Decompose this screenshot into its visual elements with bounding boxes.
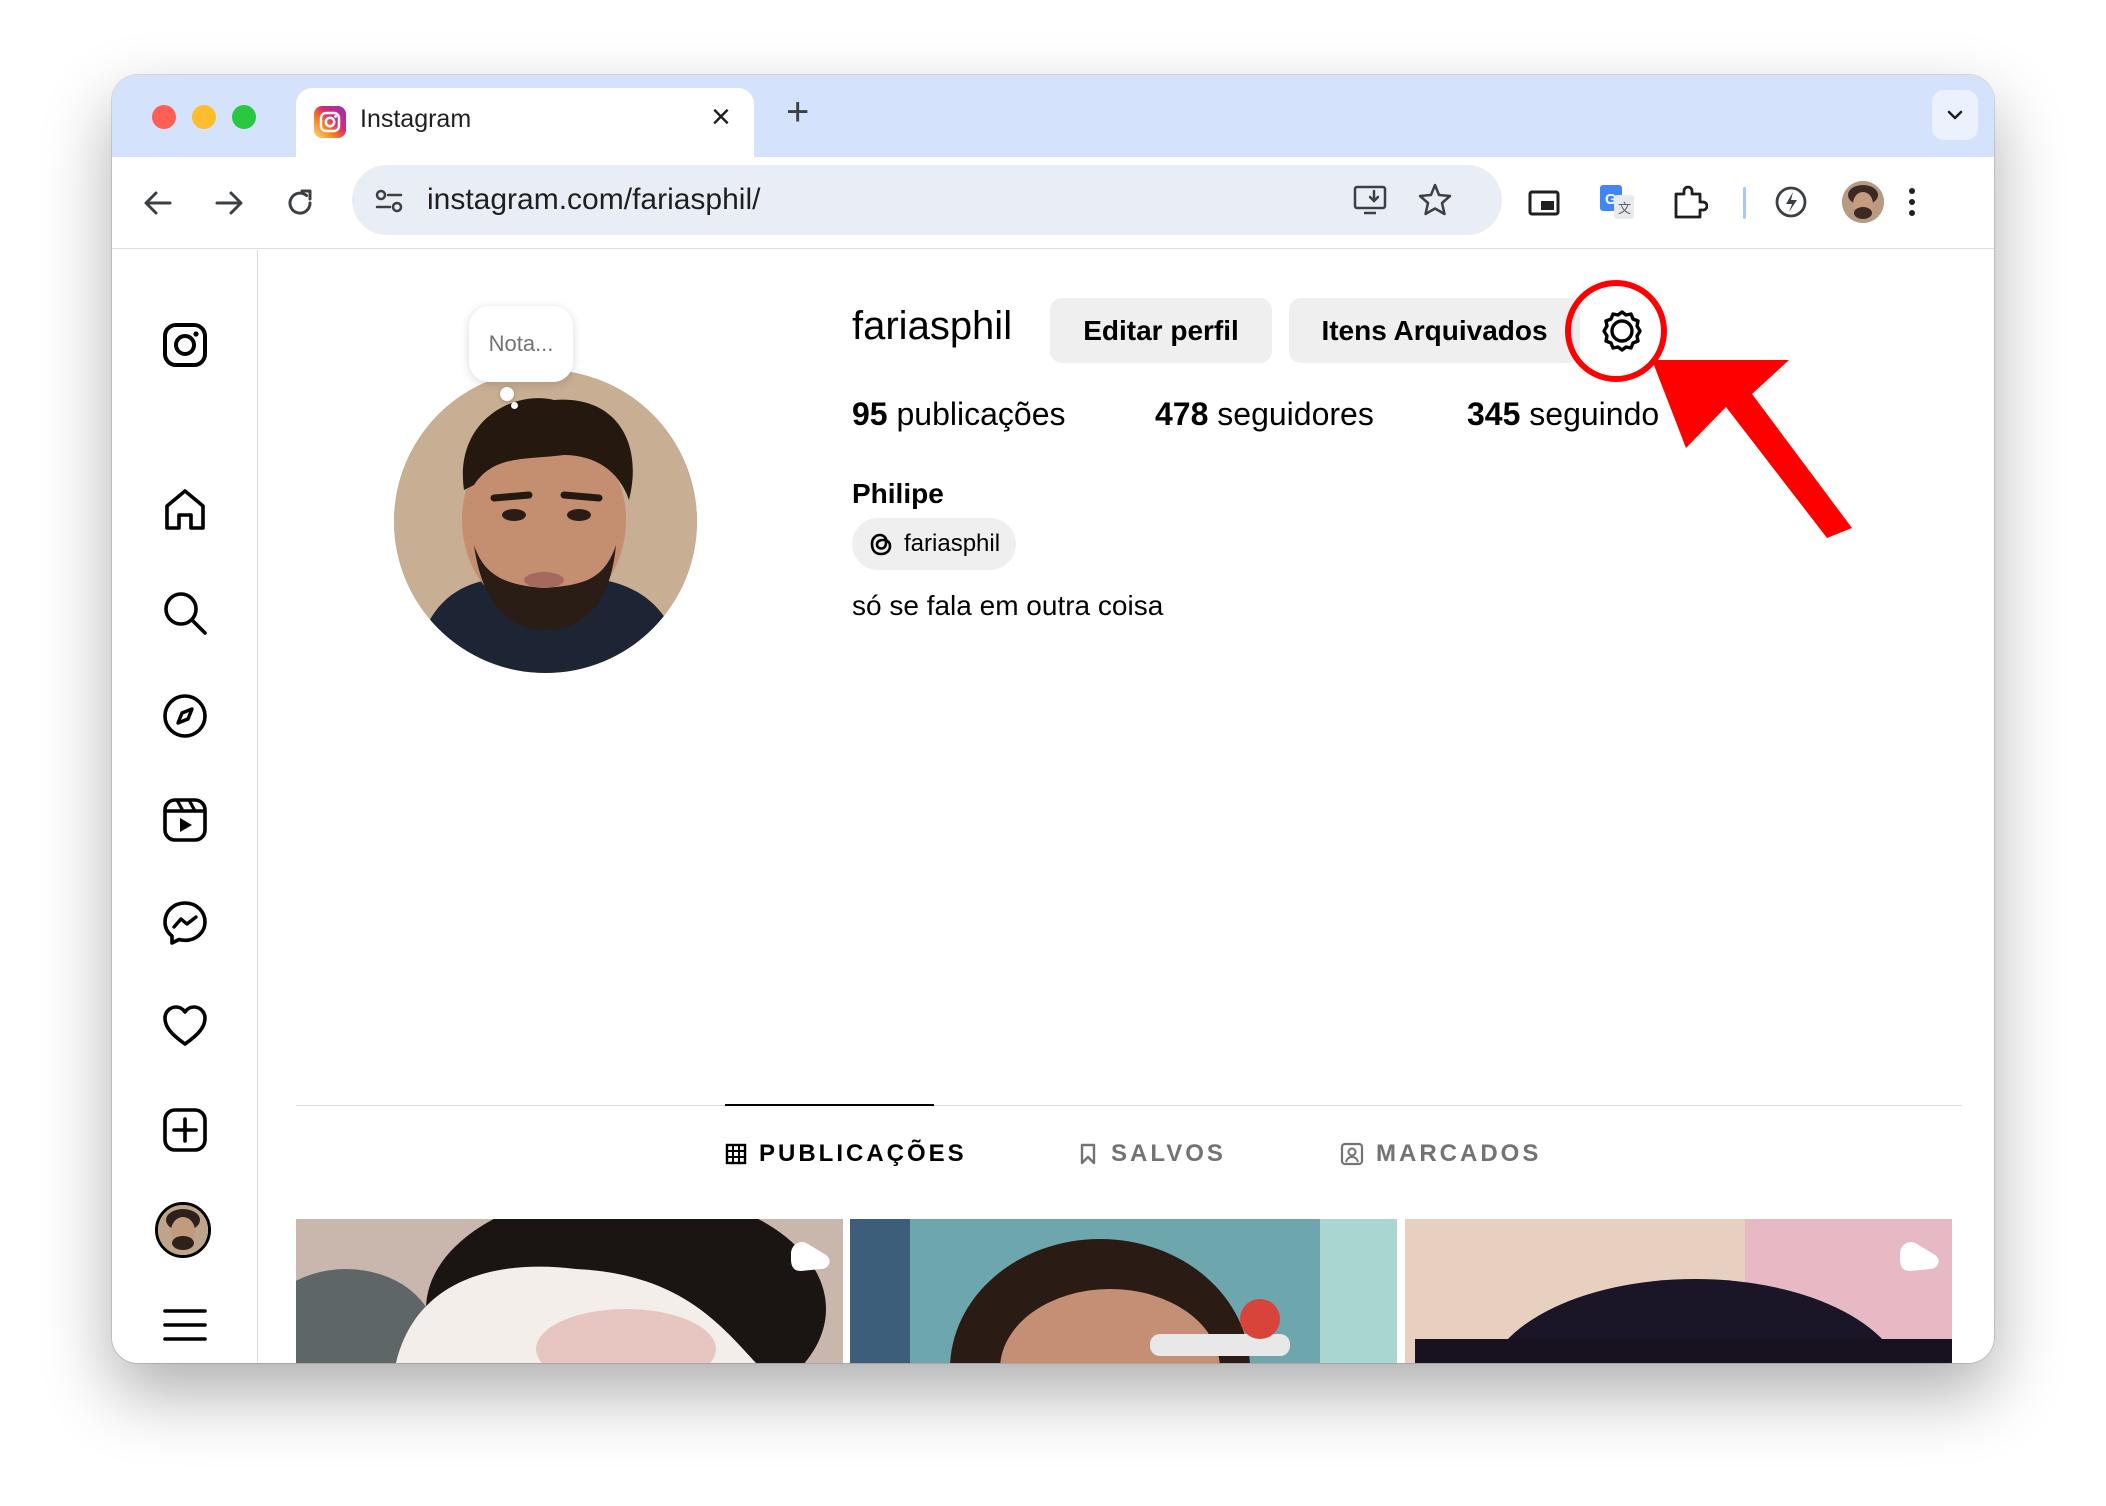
- profile-username: fariasphil: [852, 304, 1013, 348]
- search-icon[interactable]: [155, 583, 215, 643]
- forward-icon[interactable]: [211, 185, 247, 221]
- browser-window: Instagram × + instagram.com/fariasphil/ …: [112, 75, 1994, 1363]
- instagram-sidebar: 5: [112, 250, 258, 1363]
- url-text[interactable]: instagram.com/fariasphil/: [427, 183, 760, 217]
- bookmark-star-icon[interactable]: [1416, 181, 1454, 219]
- archived-items-button[interactable]: Itens Arquivados: [1289, 298, 1580, 363]
- reels-icon[interactable]: [155, 790, 215, 850]
- heart-icon[interactable]: [155, 996, 215, 1056]
- tab-title: Instagram: [360, 105, 472, 133]
- followers-count-value: 478: [1155, 396, 1209, 432]
- extensions-puzzle-icon[interactable]: [1670, 183, 1708, 221]
- tab-strip: Instagram × +: [112, 75, 1994, 157]
- instagram-favicon-icon: [314, 106, 346, 138]
- threads-badge[interactable]: fariasphil: [852, 518, 1017, 570]
- following-count-value: 345: [1467, 396, 1521, 432]
- home-icon[interactable]: [155, 480, 215, 540]
- note-bubble[interactable]: Nota...: [469, 306, 573, 382]
- followers-count[interactable]: 478 seguidores: [1155, 396, 1374, 433]
- tab-publicacoes-label: PUBLICAÇÕES: [759, 1140, 967, 1167]
- back-icon[interactable]: [140, 185, 176, 221]
- post-thumbnail[interactable]: [1405, 1219, 1952, 1363]
- create-icon[interactable]: [155, 1100, 215, 1160]
- address-bar[interactable]: instagram.com/fariasphil/: [352, 165, 1502, 235]
- close-window-button[interactable]: [152, 105, 176, 129]
- posts-count-value: 95: [852, 396, 888, 432]
- profile-full-name: Philipe: [852, 478, 944, 509]
- post-thumbnail[interactable]: [850, 1219, 1397, 1363]
- followers-label: seguidores: [1217, 396, 1374, 432]
- grid-icon: [725, 1143, 747, 1165]
- tabs-divider: [296, 1105, 1962, 1106]
- tab-search-button[interactable]: [1932, 90, 1978, 140]
- chevron-down-icon: [1947, 110, 1963, 120]
- menu-icon[interactable]: [155, 1300, 215, 1350]
- picture-in-picture-icon[interactable]: [1526, 185, 1562, 221]
- posts-label: publicações: [896, 396, 1066, 432]
- instagram-logo-icon[interactable]: [155, 315, 215, 375]
- bookmark-icon: [1080, 1143, 1096, 1165]
- messenger-icon[interactable]: 5: [155, 893, 215, 953]
- tab-salvos-label: SALVOS: [1111, 1140, 1226, 1167]
- active-tab-indicator: [725, 1104, 934, 1106]
- new-tab-button[interactable]: +: [786, 90, 809, 135]
- following-label: seguindo: [1529, 396, 1660, 432]
- note-bubble-dot: [500, 387, 514, 401]
- edit-profile-button[interactable]: Editar perfil: [1050, 298, 1272, 363]
- browser-tab-instagram[interactable]: Instagram ×: [296, 88, 754, 157]
- install-app-icon[interactable]: [1352, 181, 1390, 219]
- profile-picture[interactable]: [394, 370, 697, 673]
- following-count[interactable]: 345 seguindo: [1467, 396, 1659, 433]
- profile-bio: só se fala em outra coisa: [852, 590, 1164, 621]
- note-bubble-dot-small: [511, 402, 518, 409]
- tab-marcados[interactable]: MARCADOS: [1340, 1140, 1541, 1168]
- explore-icon[interactable]: [155, 686, 215, 746]
- toolbar-divider: [1743, 187, 1746, 219]
- google-translate-icon[interactable]: G文: [1598, 183, 1636, 221]
- maximize-window-button[interactable]: [232, 105, 256, 129]
- tab-salvos[interactable]: SALVOS: [1077, 1140, 1226, 1168]
- site-settings-icon[interactable]: [369, 181, 409, 221]
- instagram-page: 5: [112, 250, 1994, 1363]
- posts-count[interactable]: 95 publicações: [852, 396, 1065, 433]
- post-thumbnail[interactable]: [296, 1219, 843, 1363]
- reload-icon[interactable]: [282, 185, 318, 221]
- svg-text:文: 文: [1618, 201, 1631, 216]
- close-tab-icon[interactable]: ×: [711, 98, 731, 137]
- browser-profile-avatar[interactable]: [1842, 181, 1884, 223]
- red-arrow: [1652, 360, 1882, 545]
- minimize-window-button[interactable]: [192, 105, 216, 129]
- tab-marcados-label: MARCADOS: [1376, 1140, 1542, 1167]
- chrome-menu-icon[interactable]: [1902, 183, 1922, 221]
- browser-toolbar: instagram.com/fariasphil/ G文: [112, 157, 1994, 249]
- tab-publicacoes[interactable]: PUBLICAÇÕES: [725, 1140, 967, 1168]
- threads-handle: fariasphil: [904, 530, 1001, 557]
- threads-icon: [870, 533, 892, 556]
- avatar[interactable]: [155, 1202, 211, 1258]
- tagged-icon: [1340, 1142, 1364, 1166]
- performance-icon[interactable]: [1772, 183, 1810, 221]
